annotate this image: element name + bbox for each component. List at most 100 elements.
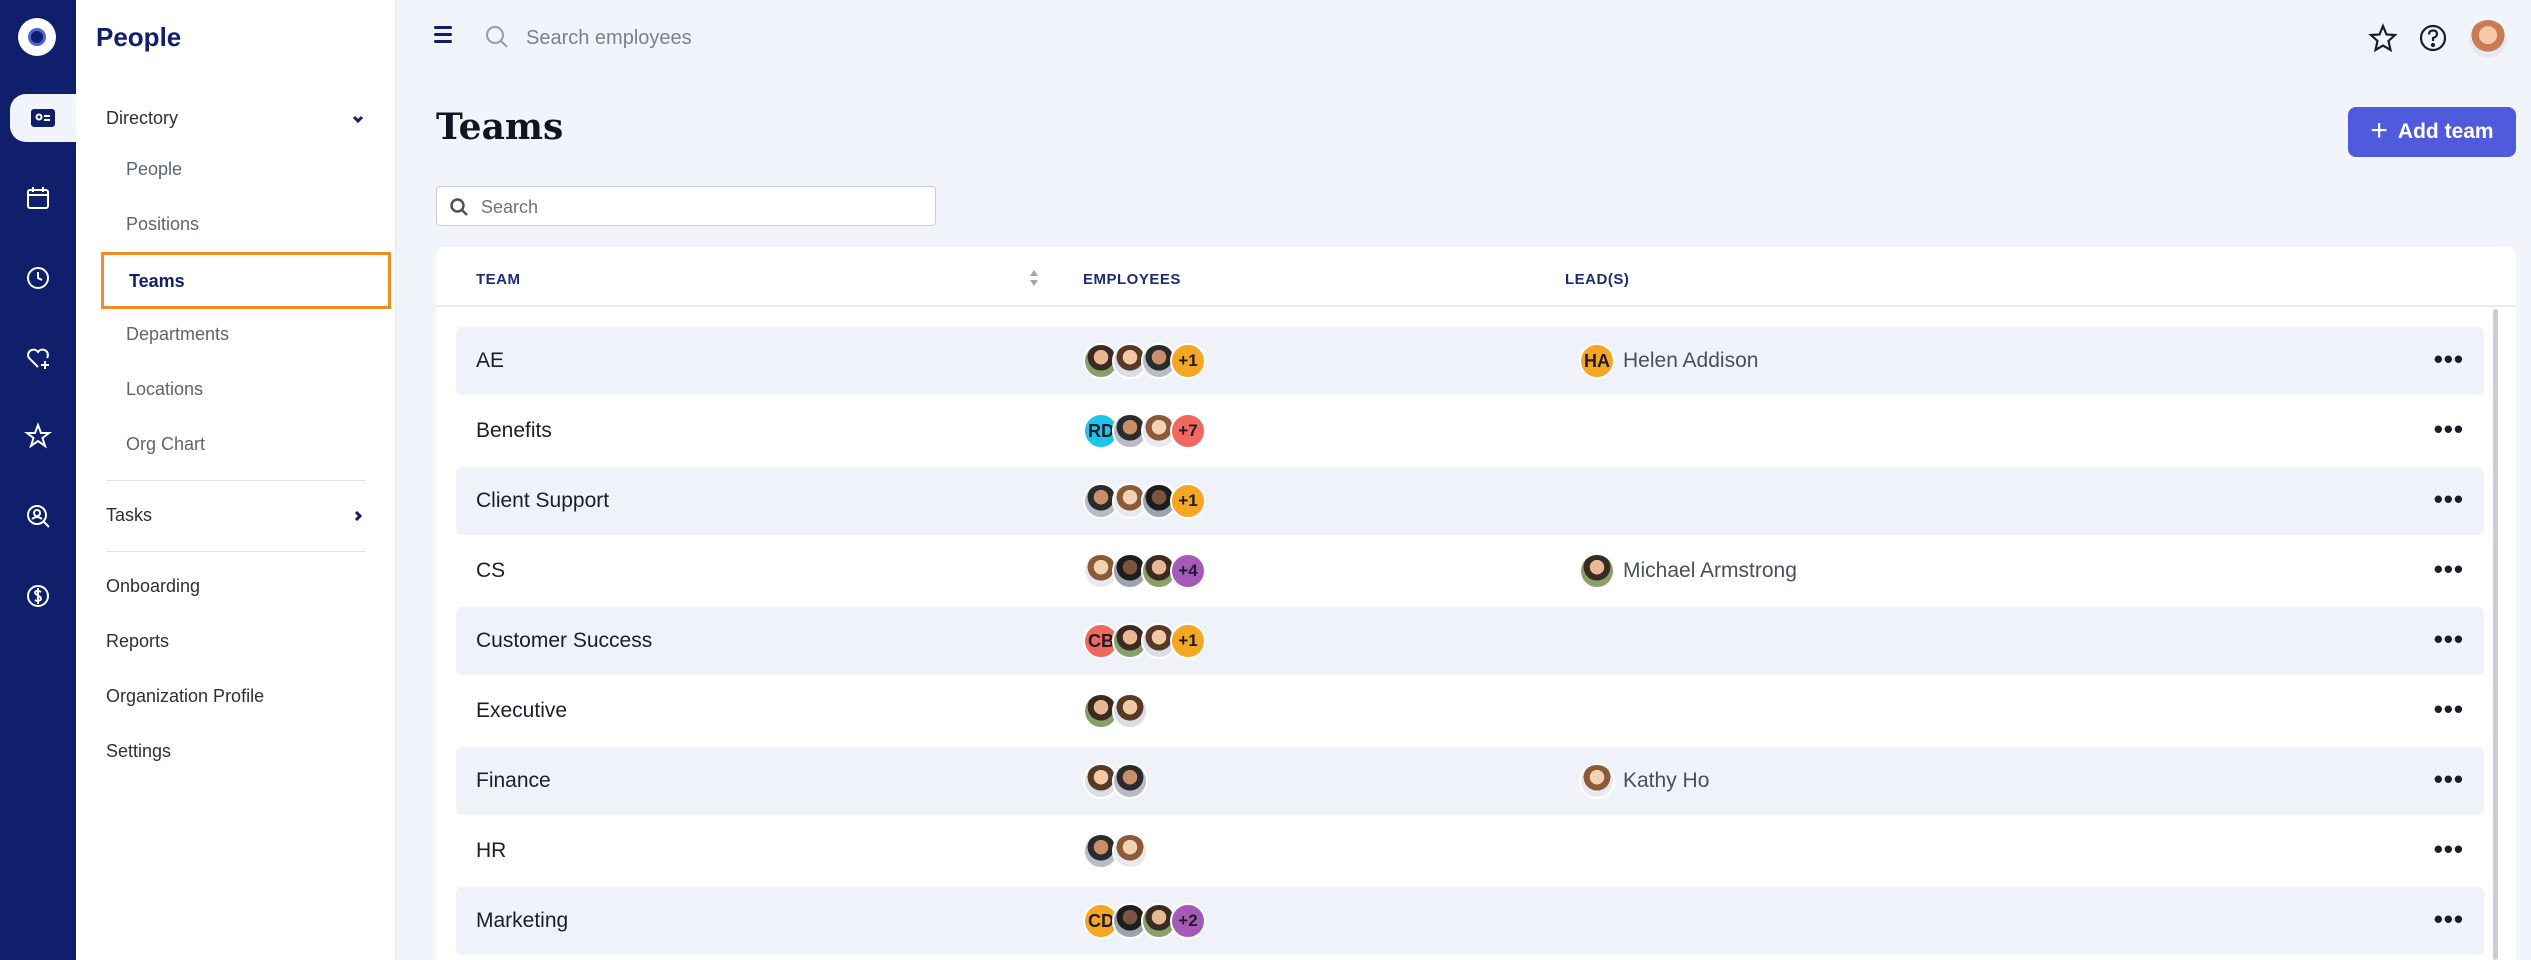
id-card-icon[interactable] xyxy=(10,94,76,142)
more-employees-badge: +1 xyxy=(1170,623,1206,659)
team-name[interactable]: Finance xyxy=(476,769,551,793)
search-icon xyxy=(484,24,510,50)
plus-icon: + xyxy=(2370,113,2388,147)
more-options-icon[interactable]: ••• xyxy=(2434,416,2464,442)
top-bar xyxy=(396,0,2531,76)
more-options-icon[interactable]: ••• xyxy=(2434,626,2464,652)
sidebar-item-departments[interactable]: Departments xyxy=(126,324,229,345)
team-name[interactable]: Benefits xyxy=(476,419,552,443)
dollar-icon[interactable] xyxy=(0,572,76,620)
more-options-icon[interactable]: ••• xyxy=(2434,696,2464,722)
star-icon[interactable] xyxy=(0,412,76,460)
sidebar-item-onboarding[interactable]: Onboarding xyxy=(106,576,200,597)
search-icon xyxy=(450,198,468,216)
help-icon[interactable] xyxy=(2417,22,2449,54)
team-lead[interactable]: HA Helen Addison xyxy=(1579,343,1758,379)
header-employees: EMPLOYEES xyxy=(1083,271,1181,288)
calendar-icon[interactable] xyxy=(0,174,76,222)
more-options-icon[interactable]: ••• xyxy=(2434,906,2464,932)
table-row[interactable]: Customer Success CB +1 ••• xyxy=(456,607,2484,675)
logo-icon[interactable] xyxy=(18,18,56,56)
employee-avatar xyxy=(1112,693,1148,729)
header-team[interactable]: TEAM xyxy=(476,271,521,288)
employee-avatars[interactable]: +1 xyxy=(1083,343,1206,379)
employee-search-input[interactable] xyxy=(526,20,1026,56)
heart-plus-icon[interactable] xyxy=(0,334,76,382)
team-name[interactable]: HR xyxy=(476,839,506,863)
header-divider xyxy=(436,305,2516,307)
team-lead[interactable]: Kathy Ho xyxy=(1579,763,1709,799)
divider xyxy=(106,480,366,481)
sidebar-item-org-chart[interactable]: Org Chart xyxy=(126,434,205,455)
more-options-icon[interactable]: ••• xyxy=(2434,836,2464,862)
header-leads: LEAD(S) xyxy=(1565,271,1630,288)
employee-avatars[interactable] xyxy=(1083,693,1148,729)
more-employees-badge: +1 xyxy=(1170,343,1206,379)
chevron-down-icon[interactable] xyxy=(351,112,365,126)
more-employees-badge: +1 xyxy=(1170,483,1206,519)
star-icon[interactable] xyxy=(2367,22,2399,54)
team-search-input[interactable] xyxy=(481,193,921,221)
sidebar-item-locations[interactable]: Locations xyxy=(126,379,203,400)
user-avatar[interactable] xyxy=(2469,20,2507,58)
sidebar-item-settings[interactable]: Settings xyxy=(106,741,171,762)
table-row[interactable]: HR ••• xyxy=(456,817,2484,885)
lead-name: Kathy Ho xyxy=(1623,769,1710,792)
table-row[interactable]: AE +1 HA Helen Addison ••• xyxy=(456,327,2484,395)
employee-avatars[interactable] xyxy=(1083,833,1148,869)
teams-table: TEAM EMPLOYEES LEAD(S) AE +1 HA Helen Addis… xyxy=(436,247,2516,960)
section-title: People xyxy=(96,22,182,52)
lead-avatar xyxy=(1579,553,1615,589)
sidebar-directory[interactable]: Directory xyxy=(106,108,178,129)
sidebar-tasks[interactable]: Tasks xyxy=(106,505,152,526)
team-name[interactable]: Marketing xyxy=(476,909,568,933)
team-name[interactable]: AE xyxy=(476,349,504,373)
employee-avatars[interactable] xyxy=(1083,763,1148,799)
divider xyxy=(106,551,366,552)
more-options-icon[interactable]: ••• xyxy=(2434,556,2464,582)
table-row[interactable]: CS +4 Michael Armstrong ••• xyxy=(456,537,2484,605)
sidebar-item-teams[interactable]: Teams xyxy=(101,252,391,309)
lead-name: Helen Addison xyxy=(1623,349,1759,372)
lead-name: Michael Armstrong xyxy=(1623,559,1797,582)
employee-avatars[interactable]: CB +1 xyxy=(1083,623,1206,659)
more-employees-badge: +7 xyxy=(1170,413,1206,449)
lead-initials-avatar: HA xyxy=(1579,343,1615,379)
sort-icon[interactable] xyxy=(1028,267,1040,289)
team-search xyxy=(436,186,936,226)
menu-icon[interactable] xyxy=(434,26,458,48)
page-title: Teams xyxy=(436,106,564,148)
more-options-icon[interactable]: ••• xyxy=(2434,766,2464,792)
employee-avatar xyxy=(1112,833,1148,869)
sidebar-item-label: Teams xyxy=(129,271,185,291)
table-row[interactable]: Executive ••• xyxy=(456,677,2484,745)
employee-avatars[interactable]: CD +2 xyxy=(1083,903,1206,939)
team-name[interactable]: Client Support xyxy=(476,489,609,513)
sidebar-item-people[interactable]: People xyxy=(126,159,182,180)
add-team-button[interactable]: + Add team xyxy=(2348,107,2516,157)
table-row[interactable]: Marketing CD +2 ••• xyxy=(456,887,2484,955)
sidebar-item-reports[interactable]: Reports xyxy=(106,631,169,652)
clock-icon[interactable] xyxy=(0,254,76,302)
table-row[interactable]: Finance Kathy Ho ••• xyxy=(456,747,2484,815)
employee-avatar xyxy=(1112,763,1148,799)
employee-avatars[interactable]: +1 xyxy=(1083,483,1206,519)
table-row[interactable]: Benefits RD +7 ••• xyxy=(456,397,2484,465)
table-row[interactable]: Client Support +1 ••• xyxy=(456,467,2484,535)
sidebar-item-positions[interactable]: Positions xyxy=(126,214,199,235)
sidebar: People Directory People Positions Teams … xyxy=(76,0,396,960)
more-options-icon[interactable]: ••• xyxy=(2434,486,2464,512)
employee-avatars[interactable]: RD +7 xyxy=(1083,413,1206,449)
more-options-icon[interactable]: ••• xyxy=(2434,346,2464,372)
search-person-icon[interactable] xyxy=(0,492,76,540)
scrollbar[interactable] xyxy=(2493,309,2498,960)
chevron-right-icon[interactable] xyxy=(351,509,365,523)
team-name[interactable]: CS xyxy=(476,559,505,583)
sidebar-item-organization-profile[interactable]: Organization Profile xyxy=(106,686,264,707)
icon-rail xyxy=(0,0,76,960)
employee-avatars[interactable]: +4 xyxy=(1083,553,1206,589)
team-name[interactable]: Executive xyxy=(476,699,567,723)
team-name[interactable]: Customer Success xyxy=(476,629,652,653)
team-lead[interactable]: Michael Armstrong xyxy=(1579,553,1797,589)
more-employees-badge: +2 xyxy=(1170,903,1206,939)
